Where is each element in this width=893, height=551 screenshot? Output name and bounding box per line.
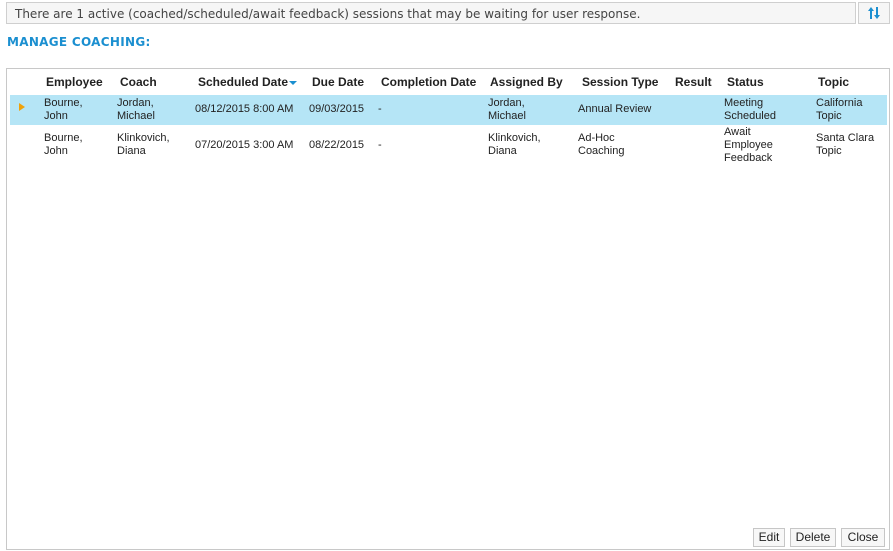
column-header-due-date[interactable]: Due Date: [312, 75, 364, 89]
cell-completion-date: -: [378, 139, 382, 151]
cell-employee: Bourne, John: [44, 97, 83, 122]
cell-session-type: Annual Review: [578, 103, 652, 115]
table-row[interactable]: Bourne, John Jordan, Michael 08/12/2015 8:…: [10, 95, 887, 125]
sort-descending-icon: [289, 80, 298, 85]
cell-coach: Jordan, Michael: [117, 97, 155, 122]
cell-topic: California Topic: [816, 97, 863, 122]
column-header-coach[interactable]: Coach: [120, 75, 157, 89]
edit-button[interactable]: Edit: [753, 528, 785, 547]
sort-arrows-icon: [868, 7, 880, 19]
column-header-scheduled-date-label: Scheduled Date: [198, 75, 289, 89]
column-header-scheduled-date[interactable]: Scheduled Date: [198, 75, 298, 89]
cell-status: Await Employee Feedback: [724, 126, 773, 164]
table-row[interactable]: Bourne, John Klinkovich, Diana 07/20/2015 …: [10, 126, 887, 166]
column-header-completion-date[interactable]: Completion Date: [381, 75, 476, 89]
cell-status: Meeting Scheduled: [724, 97, 776, 122]
column-header-session-type[interactable]: Session Type: [582, 75, 658, 89]
delete-button[interactable]: Delete: [790, 528, 836, 547]
column-header-result[interactable]: Result: [675, 75, 712, 89]
cell-completion-date: -: [378, 103, 382, 115]
cell-coach: Klinkovich, Diana: [117, 132, 170, 157]
cell-scheduled-date: 08/12/2015 8:00 AM: [195, 103, 294, 115]
current-row-indicator-icon: [19, 103, 25, 111]
cell-topic: Santa Clara Topic: [816, 132, 875, 157]
column-header-status[interactable]: Status: [727, 75, 764, 89]
cell-scheduled-date: 07/20/2015 3:00 AM: [195, 139, 294, 151]
column-header-assigned-by[interactable]: Assigned By: [490, 75, 563, 89]
coaching-grid: Employee Coach Scheduled Date Due Date C…: [6, 68, 890, 550]
notification-banner: There are 1 active (coached/scheduled/aw…: [6, 2, 856, 24]
cell-due-date: 08/22/2015: [309, 139, 365, 151]
cell-assigned-by: Jordan, Michael: [488, 97, 526, 122]
section-title: MANAGE COACHING:: [7, 35, 151, 49]
cell-due-date: 09/03/2015: [309, 103, 365, 115]
sort-toggle-button[interactable]: [858, 2, 890, 24]
cell-employee: Bourne, John: [44, 132, 83, 157]
cell-assigned-by: Klinkovich, Diana: [488, 132, 541, 157]
column-header-topic[interactable]: Topic: [818, 75, 849, 89]
close-button[interactable]: Close: [841, 528, 885, 547]
column-header-employee[interactable]: Employee: [46, 75, 103, 89]
notification-text: There are 1 active (coached/scheduled/aw…: [15, 7, 641, 21]
cell-session-type: Ad-Hoc Coaching: [578, 132, 625, 157]
